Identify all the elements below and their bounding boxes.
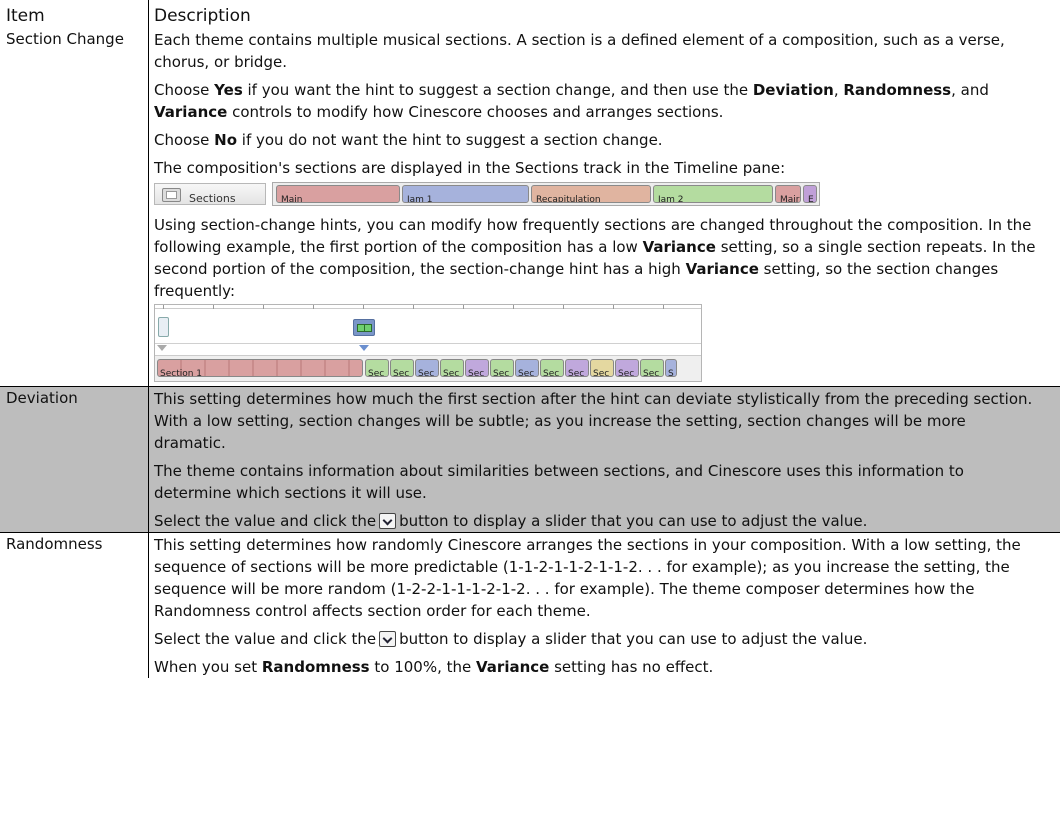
sections-track-label: Sections [189,192,236,205]
bold-term: Variance [642,238,716,256]
bold-term: Randomness [843,81,952,99]
sections-track-header: Sections [154,183,266,205]
ruler-tick [463,305,464,309]
paragraph: This setting determines how much the fir… [154,390,1033,452]
section-segment: S [665,359,677,377]
text: to 100%, the [369,658,477,676]
text: Choose [154,131,215,149]
text: setting has no effect. [549,658,714,676]
paragraph: Choose Yes if you want the hint to sugge… [154,79,1038,123]
table-row-section-change: Section Change Each theme contains multi… [0,28,1060,386]
text: , and [951,81,989,99]
text: , [833,81,844,99]
section-segment: Sec [390,359,414,377]
section-segment: Sec [590,359,614,377]
bold-term: Variance [154,103,228,121]
section-segment: Main [276,185,400,203]
bold-term: No [214,131,238,149]
bold-term: Variance [685,260,759,278]
column-header-item: Item [6,6,45,26]
ruler-tick [413,305,414,309]
ruler-tick [513,305,514,309]
bold-term: Randomness [261,658,370,676]
marker-line [155,343,701,344]
start-marker-icon [157,345,167,351]
ruler-tick [163,305,164,309]
paragraph: Select the value and click the button to … [154,510,1038,532]
bold-term: Yes [214,81,243,99]
description-deviation: This setting determines how much the fir… [148,387,1038,532]
sections-track-figure: Sections Main Jam 1 Recapitulation Jam 2 Mai… [154,181,1038,208]
text: Select the value and click the [154,630,377,648]
section-segment: Sec [540,359,564,377]
ruler-tick [563,305,564,309]
chevron-down-button-icon [379,513,397,529]
section-segment: Sec [640,359,664,377]
text: if you want the hint to suggest a sectio… [242,81,753,99]
section-segment: Sec [465,359,489,377]
section-segment: Sec [615,359,639,377]
item-deviation: Deviation [6,389,78,407]
section-segment: Sec [415,359,439,377]
paragraph: When you set Randomness to 100%, the Var… [154,656,1038,678]
text: Choose [154,81,215,99]
sections-track-bar: Main Jam 1 Recapitulation Jam 2 Mair E [272,182,820,206]
chevron-down-button-icon [379,631,397,647]
section-segment: Sec [365,359,389,377]
timeline-start-handle [158,317,169,337]
section-segment: Recapitulation [531,185,651,203]
section-segment: Mair [775,185,801,203]
ruler-tick [613,305,614,309]
timeline-ruler [155,305,701,309]
text: controls to modify how Cinescore chooses… [227,103,724,121]
section-segment: Jam 1 [402,185,529,203]
ruler-tick [313,305,314,309]
description-randomness: This setting determines how randomly Cin… [148,533,1038,678]
paragraph: Select the value and click the button to … [154,628,1038,650]
ruler-tick [213,305,214,309]
paragraph: The theme contains information about sim… [154,462,964,502]
section-change-hint-icon [353,319,375,336]
table-header-row: Item Description [0,0,1060,28]
text: button to display a slider that you can … [399,512,868,530]
bold-term: Deviation [752,81,834,99]
document: Item Description Section Change Each the… [0,0,1060,678]
paragraph: This setting determines how randomly Cin… [154,536,1021,620]
paragraph: The composition's sections are displayed… [154,159,786,177]
timeline-example-figure: Section 1 Sec Sec Sec Sec Sec Sec Sec Sec Sec Sec S… [154,304,702,382]
table-row-randomness: Randomness This setting determines how r… [0,532,1060,678]
section-segment: Section 1 [157,359,363,377]
ruler-tick [263,305,264,309]
section-segment: Sec [515,359,539,377]
ruler-tick [363,305,364,309]
section-segment: Jam 2 [653,185,773,203]
paragraph: Each theme contains multiple musical sec… [154,31,1005,71]
text: button to display a slider that you can … [399,630,868,648]
text: When you set [154,658,262,676]
item-randomness: Randomness [6,535,103,553]
text: Select the value and click the [154,512,377,530]
ruler-tick [663,305,664,309]
description-section-change: Each theme contains multiple musical sec… [148,28,1038,386]
bold-term: Variance [476,658,550,676]
paragraph: Using section-change hints, you can modi… [154,214,1038,302]
section-segment: Sec [490,359,514,377]
paragraph: Choose No if you do not want the hint to… [154,129,1038,151]
column-header-description: Description [148,0,1038,28]
section-segment: E [803,185,817,203]
sections-track-icon [162,188,181,202]
text: if you do not want the hint to suggest a… [237,131,663,149]
item-section-change: Section Change [6,30,124,48]
section-segment: Sec [440,359,464,377]
table-row-deviation: Deviation This setting determines how mu… [0,386,1060,532]
hint-marker-icon [359,345,369,351]
section-segment: Sec [565,359,589,377]
timeline-sections-track: Section 1 Sec Sec Sec Sec Sec Sec Sec Sec Sec Sec S… [155,355,701,381]
